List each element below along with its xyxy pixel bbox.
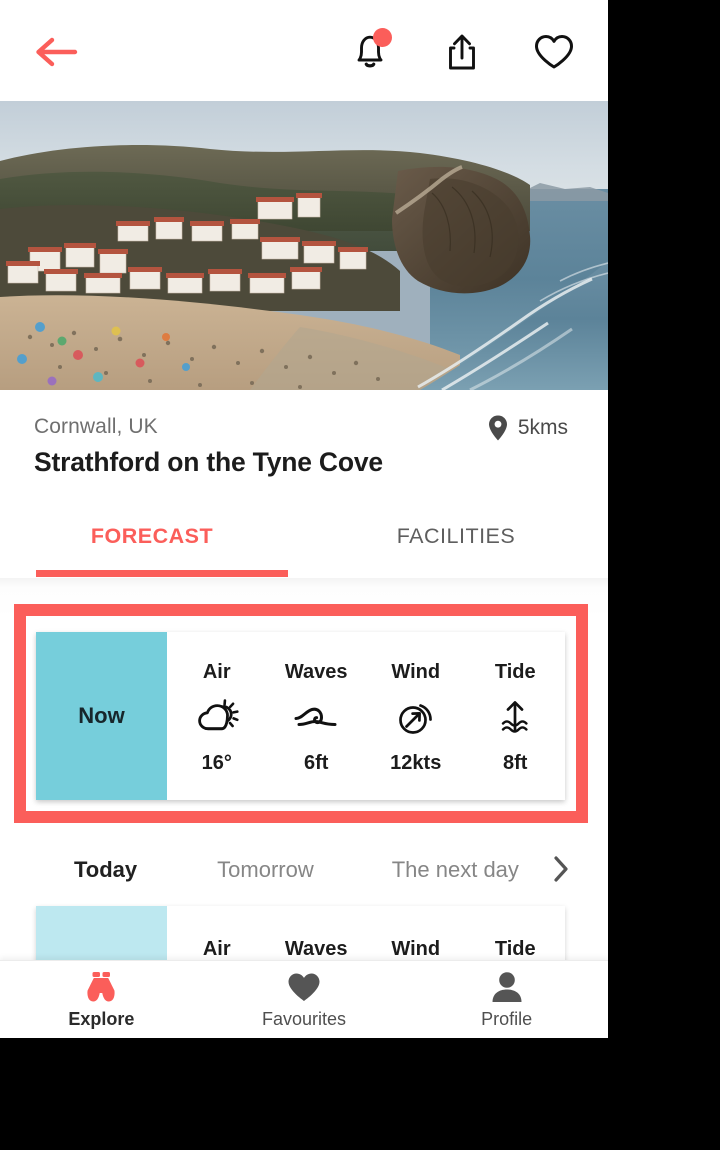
forecast-next-col-tide: Tide	[466, 906, 566, 960]
nav-item-favourites[interactable]: Favourites	[203, 961, 406, 1038]
bottom-navigation: Explore Favourites Profile	[0, 960, 608, 1038]
day-item-next-day-label: The next day	[391, 857, 519, 882]
forecast-card-now-label: Now	[36, 632, 167, 800]
forecast-next-col-tide-head: Tide	[494, 938, 536, 960]
active-tab-underline	[36, 570, 288, 577]
forecast-next-col-wind-head: Wind	[391, 938, 441, 960]
map-pin-icon	[488, 415, 507, 441]
forecast-col-waves: Waves 6ft	[267, 632, 367, 800]
day-item-today-label: Today	[74, 857, 138, 882]
favourite-button[interactable]	[530, 26, 578, 78]
forecast-col-wind-value: 12kts	[390, 752, 442, 774]
nav-item-profile-label: Profile	[481, 1008, 533, 1029]
heart-outline-icon	[535, 35, 573, 69]
forecast-col-air-icon-wrap	[194, 698, 240, 738]
forecast-next-columns: Air Waves Wind Tide	[167, 906, 565, 960]
forecast-card-next[interactable]: Air Waves Wind Tide	[36, 906, 565, 960]
tab-forecast-label: FORECAST	[90, 524, 214, 548]
binoculars-icon	[87, 971, 115, 1001]
wave-icon	[294, 707, 337, 726]
distance-indicator: 5kms	[487, 414, 568, 442]
app-screen: Cornwall, UK 5kms Strathford on the Tyne…	[0, 0, 608, 1038]
arrow-left-icon	[36, 37, 78, 67]
day-item-tomorrow-label: Tomorrow	[217, 857, 314, 882]
tide-rising-icon	[502, 701, 528, 733]
day-item-today[interactable]: Today	[74, 857, 137, 883]
person-icon	[492, 971, 522, 1002]
tab-facilities[interactable]: FACILITIES	[304, 508, 608, 578]
wind-direction-icon	[398, 704, 432, 734]
chevron-right-icon	[554, 856, 568, 882]
app-bar-actions	[346, 26, 578, 78]
forecast-col-air-head: Air	[202, 661, 231, 683]
hero-illustration	[0, 101, 608, 390]
forecast-next-col-wind: Wind	[366, 906, 466, 960]
partly-cloudy-icon	[197, 699, 239, 731]
forecast-col-waves-icon-wrap	[293, 698, 339, 738]
forecast-col-air: Air 16°	[167, 632, 267, 800]
forecast-col-tide-value: 8ft	[503, 752, 528, 774]
nav-item-explore[interactable]: Explore	[0, 961, 203, 1038]
page-title: Strathford on the Tyne Cove	[34, 447, 383, 477]
nav-item-profile[interactable]: Profile	[405, 961, 608, 1038]
forecast-next-col-air-head: Air	[202, 938, 231, 960]
location-header: Cornwall, UK 5kms Strathford on the Tyne…	[0, 390, 608, 490]
notifications-button[interactable]	[346, 26, 394, 78]
tab-forecast[interactable]: FORECAST	[0, 508, 304, 578]
distance-value: 5kms	[517, 416, 568, 439]
forecast-col-tide-icon-wrap	[495, 698, 535, 738]
forecast-card-now[interactable]: Now Air 16° Waves 6ft Wind 12kts Tide 8f…	[36, 632, 565, 800]
tab-facilities-label: FACILITIES	[396, 524, 516, 548]
forecast-col-wind: Wind 12kts	[366, 632, 466, 800]
day-selector: Today Tomorrow The next day	[0, 840, 608, 900]
nav-item-favourites-label: Favourites	[261, 1008, 347, 1029]
forecast-col-wind-head: Wind	[391, 661, 441, 683]
hero-image	[0, 101, 608, 390]
forecast-col-waves-head: Waves	[284, 661, 348, 683]
nav-item-explore-label: Explore	[68, 1008, 135, 1029]
forecast-panel: Now Air 16° Waves 6ft Wind 12kts Tide 8f…	[0, 578, 608, 960]
forecast-col-tide: Tide 8ft	[466, 632, 566, 800]
location-region: Cornwall, UK	[34, 415, 158, 438]
forecast-col-waves-value: 6ft	[304, 752, 329, 774]
forecast-col-air-value: 16°	[201, 752, 232, 774]
day-item-tomorrow[interactable]: Tomorrow	[217, 857, 314, 883]
forecast-next-col-waves-head: Waves	[284, 938, 348, 960]
notification-badge-dot	[373, 28, 392, 47]
back-button[interactable]	[30, 30, 82, 74]
day-item-next-day[interactable]: The next day	[392, 857, 519, 883]
day-selector-next-button[interactable]	[548, 854, 574, 884]
heart-filled-icon	[288, 973, 320, 1001]
forecast-card-next-label	[36, 906, 167, 960]
forecast-next-col-air: Air	[167, 906, 267, 960]
app-bar	[0, 0, 608, 101]
forecast-next-col-waves: Waves	[267, 906, 367, 960]
forecast-col-tide-head: Tide	[494, 661, 536, 683]
share-upload-icon	[449, 34, 475, 70]
section-tabs: FORECAST FACILITIES	[0, 508, 608, 578]
forecast-col-wind-icon-wrap	[394, 698, 438, 738]
share-button[interactable]	[438, 26, 486, 78]
forecast-now-columns: Air 16° Waves 6ft Wind 12kts Tide 8ft	[167, 632, 565, 800]
